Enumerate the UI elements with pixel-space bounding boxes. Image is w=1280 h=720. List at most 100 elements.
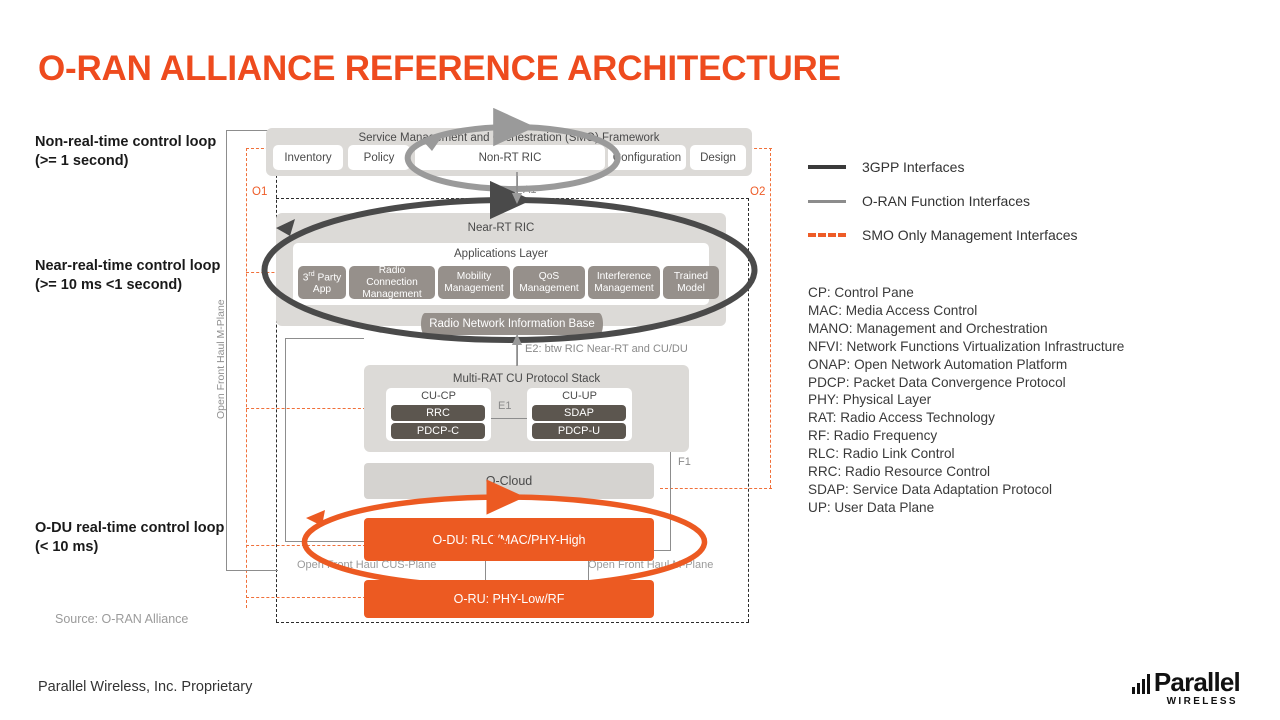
o-cloud-box[interactable]: O-Cloud <box>364 463 654 499</box>
legend-item-smo-management: SMO Only Management Interfaces <box>808 218 1078 252</box>
app-qos-management-line1: QoS <box>538 270 560 282</box>
control-loop-label-o-du-real-time: O-DU real-time control loop (< 10 ms) <box>35 519 224 557</box>
acronym-phy: PHY: Physical Layer <box>808 392 932 408</box>
app-trained-model[interactable]: Trained Model <box>663 266 719 299</box>
cu-up-layer-pdcp-u[interactable]: PDCP-U <box>532 423 626 439</box>
radio-network-information-base[interactable]: Radio Network Information Base <box>421 313 603 335</box>
acronym-onap: ONAP: Open Network Automation Platform <box>808 356 1068 372</box>
logo-subtitle: WIRELESS <box>1166 696 1238 707</box>
acronym-mano: MANO: Management and Orchestration <box>808 320 1048 336</box>
legend-item-oran-function: O-RAN Function Interfaces <box>808 184 1078 218</box>
app-mobility-management-line2: Management <box>444 282 504 294</box>
cu-up-title: CU-UP <box>562 390 597 402</box>
smo-item-inventory[interactable]: Inventory <box>273 145 343 170</box>
control-loop-label-near-real-time: Near-real-time control loop (>= 10 ms <1… <box>35 257 220 295</box>
legend-swatch-solid-dark-icon <box>808 165 846 169</box>
smo-item-non-rt-ric[interactable]: Non-RT RIC <box>415 145 605 170</box>
acronym-rlc: RLC: Radio Link Control <box>808 446 955 462</box>
smo-boundary-cu-edge <box>246 408 366 409</box>
acronym-sdap: SDAP: Service Data Adaptation Protocol <box>808 481 1053 497</box>
legend-item-3gpp: 3GPP Interfaces <box>808 150 1078 184</box>
smo-boundary-ocloud-edge <box>660 488 772 489</box>
control-loop-nonrt-line1: Non-real-time control loop <box>35 134 217 150</box>
connector-e2-vertical <box>517 334 518 368</box>
control-loop-odu-line1: O-DU real-time control loop <box>35 520 225 536</box>
acronym-mac: MAC: Media Access Control <box>808 302 978 318</box>
cu-cp-layer-pdcp-c[interactable]: PDCP-C <box>391 423 485 439</box>
smo-item-configuration[interactable]: Configuration <box>608 145 686 170</box>
smo-framework-title: Service Management and Orchestration (SM… <box>358 132 660 144</box>
connector-left-bottom <box>226 570 278 571</box>
control-loop-odu-line2: (< 10 ms) <box>35 539 99 555</box>
app-qos-management-line2: Management <box>519 282 579 294</box>
interface-label-a1: A1 <box>523 184 537 196</box>
applications-layer-title: Applications Layer <box>454 248 548 260</box>
connector-e1-link <box>491 418 527 419</box>
acronym-pdcp: PDCP: Packet Data Convergence Protocol <box>808 374 1066 390</box>
control-loop-nearrt-line1: Near-real-time control loop <box>35 258 221 274</box>
smo-boundary-oru-edge <box>246 597 366 598</box>
control-loop-label-non-real-time: Non-real-time control loop (>= 1 second) <box>35 133 216 171</box>
interface-label-f1: F1 <box>678 456 691 468</box>
parallel-wireless-logo: Parallel WIRELESS <box>1131 667 1241 707</box>
smo-boundary-odu-edge <box>246 545 366 546</box>
interface-label-fronthaul-m-plane: Open Front Haul M-Plane <box>588 559 714 571</box>
app-interference-management-line2: Management <box>594 282 654 294</box>
cu-cp-title: CU-CP <box>421 390 456 402</box>
control-loop-nonrt-line2: (>= 1 second) <box>35 153 129 169</box>
interface-label-o2: O2 <box>750 186 766 198</box>
app-third-party-app-line2: App <box>312 284 332 296</box>
oran-boundary-left-edge <box>276 130 277 622</box>
logo-name: Parallel <box>1153 667 1241 697</box>
legend: 3GPP Interfaces O-RAN Function Interface… <box>808 150 1078 252</box>
smo-item-design[interactable]: Design <box>690 145 746 170</box>
page-title: O-RAN ALLIANCE REFERENCE ARCHITECTURE <box>38 49 841 88</box>
acronym-up: UP: User Data Plane <box>808 499 935 515</box>
acronym-rat: RAT: Radio Access Technology <box>808 410 995 426</box>
app-radio-connection-management-line1: Radio Connection <box>366 264 418 288</box>
legend-label-oran-function: O-RAN Function Interfaces <box>862 193 1031 209</box>
app-trained-model-line1: Trained <box>673 270 709 282</box>
o-du-box[interactable]: O-DU: RLC/MAC/PHY-High <box>364 518 654 561</box>
app-mobility-management-line1: Mobility <box>456 270 492 282</box>
app-radio-connection-management-line2: Management <box>362 288 422 300</box>
signal-bars-icon <box>1131 672 1152 694</box>
oran-boundary-bottom-edge <box>276 622 749 623</box>
smo-item-policy[interactable]: Policy <box>348 145 410 170</box>
cu-up-layer-sdap[interactable]: SDAP <box>532 405 626 421</box>
legend-label-3gpp: 3GPP Interfaces <box>862 159 965 175</box>
app-interference-management-line1: Interference <box>596 270 652 282</box>
connector-cu-to-odu <box>285 541 368 542</box>
footer-proprietary-note: Parallel Wireless, Inc. Proprietary <box>38 679 253 695</box>
app-qos-management[interactable]: QoS Management <box>513 266 585 299</box>
acronym-cp: CP: Control Pane <box>808 285 914 300</box>
multi-rat-cu-protocol-stack-title: Multi-RAT CU Protocol Stack <box>452 373 601 385</box>
app-interference-management[interactable]: Interference Management <box>588 266 660 299</box>
interface-label-o1: O1 <box>252 186 268 198</box>
app-third-party-app[interactable]: 3rd Party App <box>298 266 346 299</box>
acronym-rf: RF: Radio Frequency <box>808 428 938 444</box>
oran-boundary-nearrt-top-edge <box>276 198 749 199</box>
acronym-rrc: RRC: Radio Resource Control <box>808 464 991 480</box>
app-radio-connection-management[interactable]: Radio Connection Management <box>349 264 435 300</box>
connector-cu-top <box>285 338 364 339</box>
interface-label-fronthaul-cus-plane: Open Front Haul CUS-Plane <box>297 559 437 571</box>
logo-wordmark: Parallel <box>1131 667 1241 697</box>
cu-cp-layer-rrc[interactable]: RRC <box>391 405 485 421</box>
app-mobility-management[interactable]: Mobility Management <box>438 266 510 299</box>
smo-boundary-left-edge <box>246 148 247 608</box>
source-note: Source: O-RAN Alliance <box>55 612 189 626</box>
legend-label-smo-management: SMO Only Management Interfaces <box>862 227 1078 243</box>
connector-f1-vertical <box>670 450 671 550</box>
connector-cu-left-vertical <box>285 338 286 541</box>
acronym-nfvi: NFVI: Network Functions Virtualization I… <box>808 338 1125 354</box>
o-ru-box[interactable]: O-RU: PHY-Low/RF <box>364 580 654 618</box>
app-third-party-app-line1: 3rd Party <box>302 270 342 284</box>
legend-swatch-solid-gray-icon <box>808 199 846 203</box>
control-loop-nearrt-line2: (>= 10 ms <1 second) <box>35 277 183 293</box>
app-trained-model-line2: Model <box>677 282 705 294</box>
interface-label-e1: E1 <box>498 400 512 412</box>
oran-boundary-right-edge <box>748 198 749 622</box>
smo-boundary-right-edge <box>770 148 771 488</box>
legend-swatch-dashed-orange-icon <box>808 233 846 237</box>
